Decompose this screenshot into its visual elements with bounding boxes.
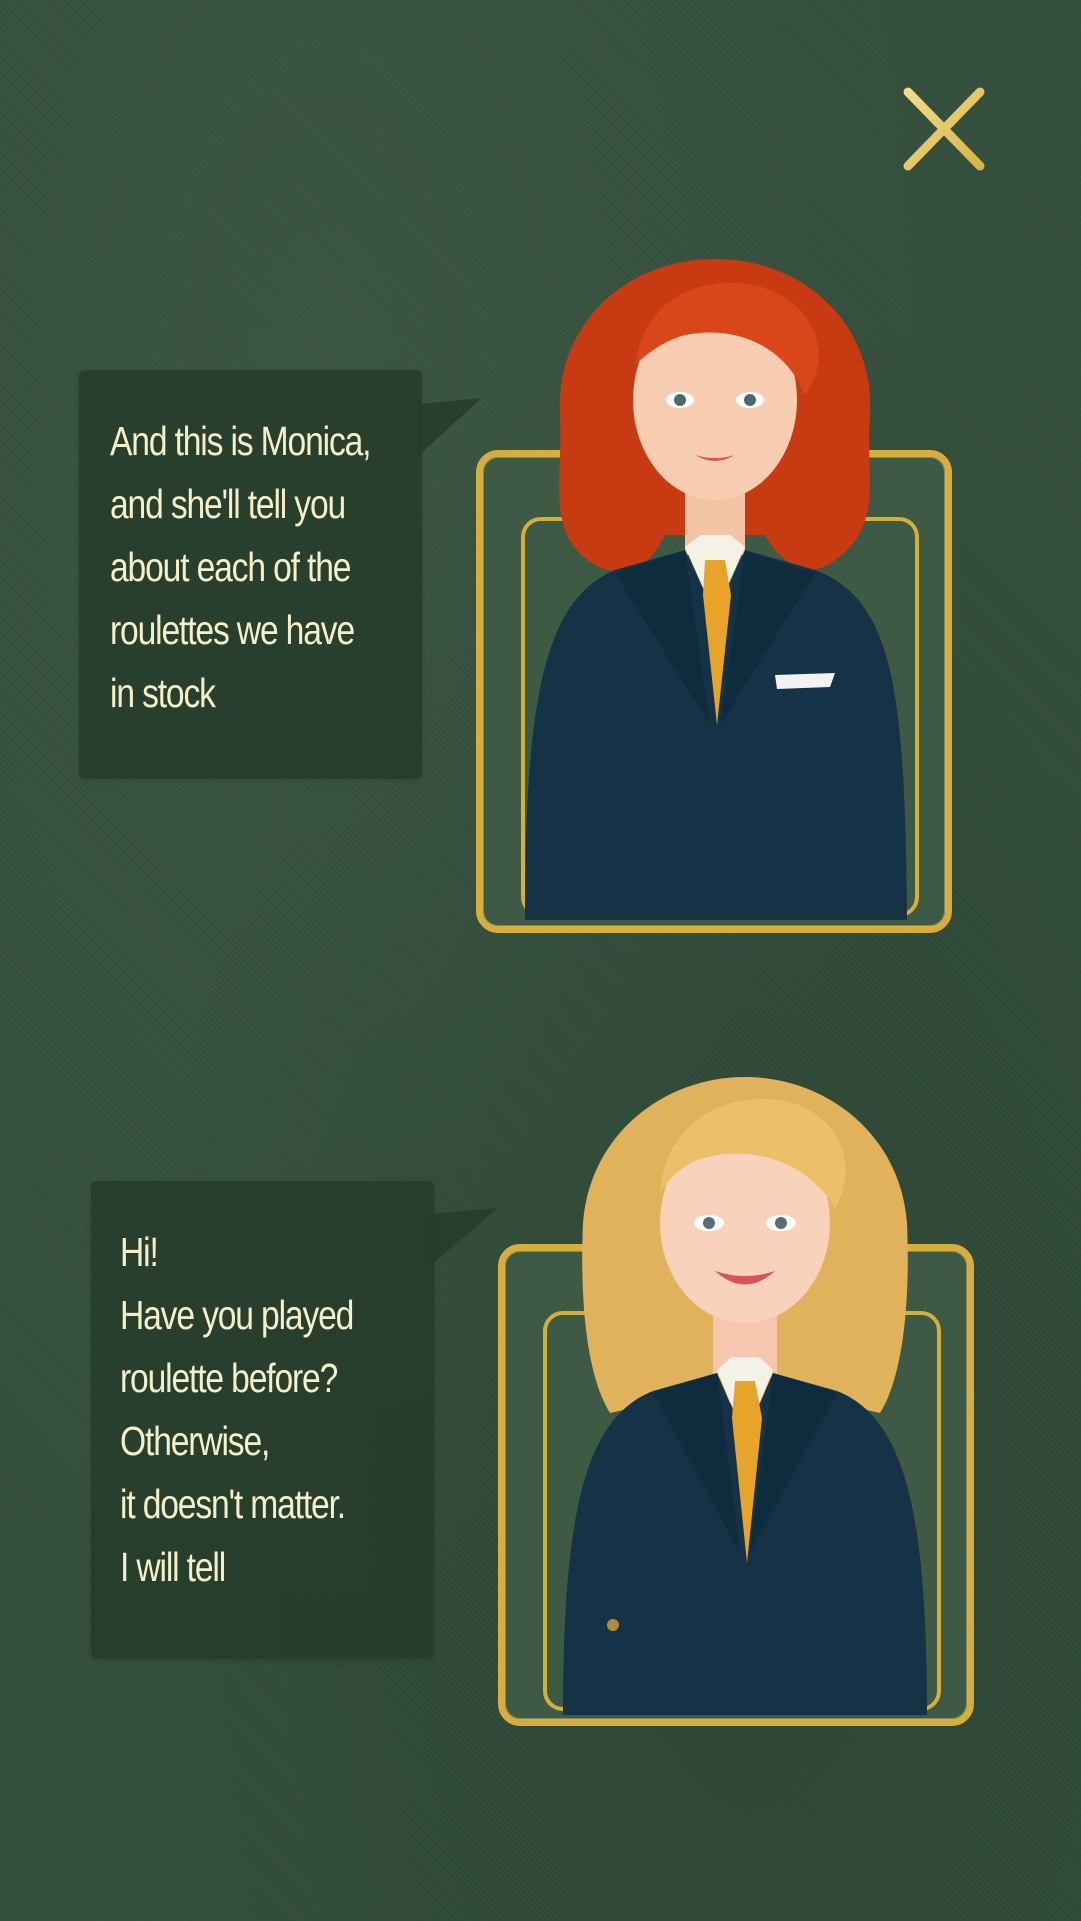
close-icon	[903, 87, 985, 171]
dialog-text-guide: Hi! Have you played roulette before? Oth…	[120, 1229, 354, 1590]
speech-bubble-tail	[418, 398, 482, 456]
redhead-woman-portrait	[525, 259, 907, 920]
blonde-woman-portrait	[563, 1077, 927, 1715]
dialog-text-monica: And this is Monica, and she'll tell you …	[110, 418, 371, 716]
close-button[interactable]	[900, 86, 986, 172]
